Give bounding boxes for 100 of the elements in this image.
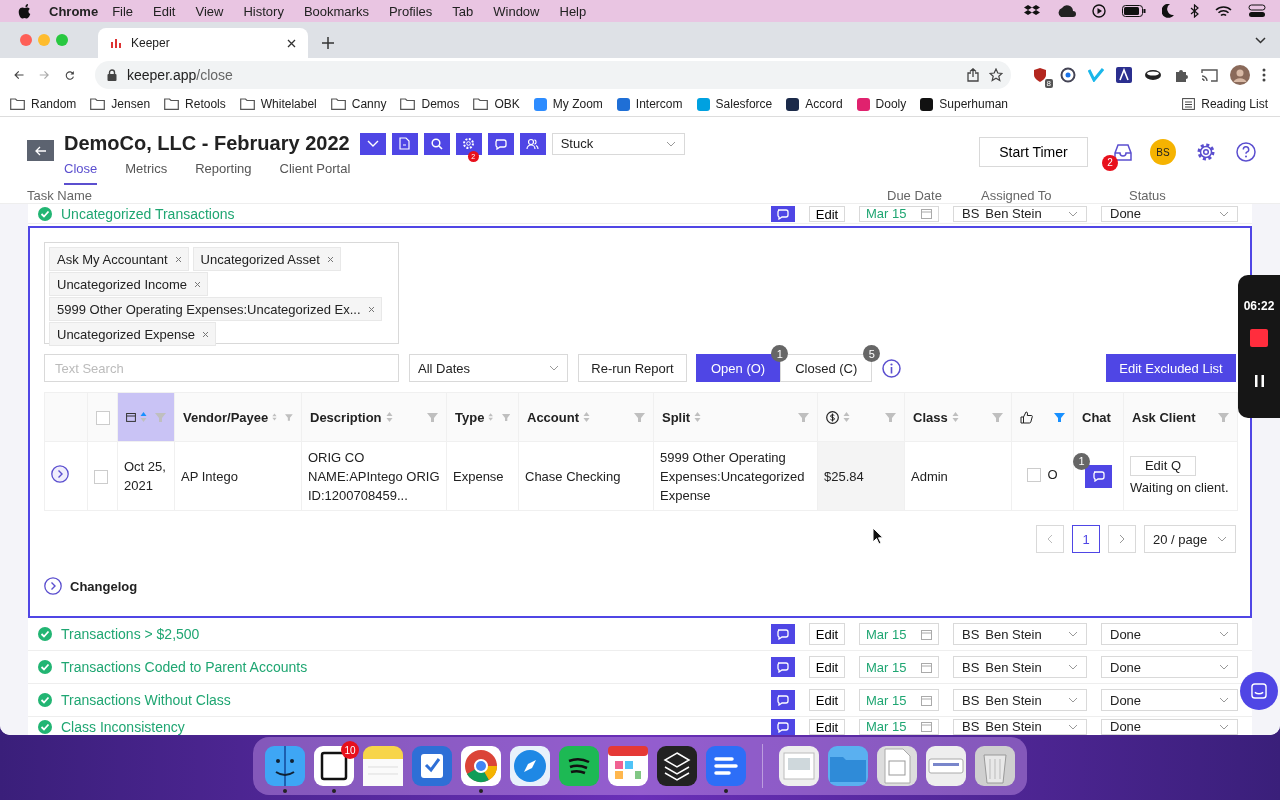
status-select[interactable]: Done <box>1101 718 1238 735</box>
circle-icon[interactable] <box>1060 67 1076 83</box>
address-bar[interactable]: keeper.app/close <box>95 61 1011 89</box>
bookmark-folder[interactable]: Retools <box>164 97 226 111</box>
edit-button[interactable]: Edit <box>809 718 845 735</box>
rerun-report-button[interactable]: Re-run Report <box>578 354 687 382</box>
pause-icon[interactable] <box>1254 375 1264 387</box>
expand-button[interactable] <box>359 132 386 155</box>
menu-item[interactable]: Help <box>559 3 587 19</box>
assignee-select[interactable]: BS Ben Stein <box>953 623 1087 645</box>
reload-icon[interactable] <box>64 68 74 82</box>
tag-select[interactable]: Ask My Accountant Uncategorized Asset Uncategorized Income 5999 Other Operating Expenses:Uncategorized Ex... Uncategorized Expense <box>44 242 399 344</box>
cast-icon[interactable] <box>1201 68 1218 82</box>
toggle-icon[interactable] <box>1248 4 1266 18</box>
document-icon[interactable] <box>778 745 820 787</box>
assignee-select[interactable]: BS Ben Stein <box>953 656 1087 678</box>
edit-button[interactable]: Edit <box>809 689 845 711</box>
profile-avatar[interactable] <box>1230 65 1250 85</box>
close-icon[interactable] <box>287 38 296 48</box>
app-icon[interactable] <box>656 745 698 787</box>
menu-icon[interactable] <box>1262 68 1266 82</box>
edit-button[interactable]: Edit <box>809 205 845 222</box>
wifi-icon[interactable] <box>1215 4 1232 18</box>
search-field[interactable]: Text Search <box>44 354 399 382</box>
edit-question-button[interactable]: Edit Q <box>1130 455 1196 476</box>
tab[interactable]: Client Portal <box>279 161 351 185</box>
start-timer-button[interactable]: Start Timer <box>979 137 1088 167</box>
page-button[interactable]: 1 <box>1072 525 1100 553</box>
cloud-icon[interactable] <box>1056 5 1076 17</box>
user-avatar[interactable]: BS <box>1150 139 1176 165</box>
help-icon[interactable] <box>1236 142 1256 162</box>
reading-list-button[interactable]: Reading List <box>1182 97 1268 111</box>
inbox-icon[interactable] <box>1114 143 1132 161</box>
bookmark-folder[interactable]: Jensen <box>90 97 151 111</box>
edit-button[interactable]: Edit <box>809 656 845 678</box>
menu-item[interactable]: Window <box>493 3 540 19</box>
section-title[interactable]: Changelog <box>70 578 138 594</box>
calendar-icon[interactable] <box>126 412 136 422</box>
bookmark-folder[interactable]: OBK <box>473 97 520 111</box>
bookmark-link[interactable]: My Zoom <box>533 97 603 111</box>
bookmark-folder[interactable]: Whitelabel <box>239 97 317 111</box>
tab[interactable]: Metrics <box>125 161 168 185</box>
settings-button[interactable] <box>455 132 482 155</box>
app-icon[interactable] <box>558 745 600 787</box>
info-icon[interactable] <box>882 358 902 378</box>
expand-icon[interactable] <box>51 464 69 483</box>
disc-icon[interactable] <box>1144 69 1162 81</box>
page-size-select[interactable]: 20 / page <box>1144 525 1236 553</box>
tag[interactable]: Uncategorized Income <box>49 272 209 296</box>
menu-item[interactable]: History <box>243 3 284 19</box>
checkbox[interactable] <box>1027 467 1042 482</box>
moon-icon[interactable] <box>1162 4 1174 18</box>
battery-icon[interactable] <box>1122 5 1146 17</box>
bookmark-link[interactable]: Intercom <box>616 97 683 111</box>
expand-icon[interactable] <box>44 577 62 595</box>
edit-excluded-list-button[interactable]: Edit Excluded List <box>1106 354 1236 382</box>
assignee-select[interactable]: BS Ben Stein <box>953 689 1087 711</box>
status-select[interactable]: Stuck <box>551 132 685 155</box>
bookmark-link[interactable]: Salesforce <box>696 97 773 111</box>
play-icon[interactable] <box>1092 4 1106 18</box>
status-select[interactable]: Done <box>1101 656 1238 678</box>
menu-item[interactable]: File <box>112 3 134 19</box>
dollar-icon[interactable] <box>826 410 839 424</box>
bluetooth-icon[interactable] <box>1190 4 1199 18</box>
star-icon[interactable] <box>989 68 1003 82</box>
status-select[interactable]: Done <box>1101 689 1238 711</box>
back-icon[interactable] <box>14 69 25 81</box>
bookmark-folder[interactable]: Random <box>10 97 77 111</box>
status-select[interactable]: Done <box>1101 623 1238 645</box>
bookmark-folder[interactable]: Canny <box>330 97 387 111</box>
tab[interactable]: Reporting <box>195 161 252 185</box>
chat-button[interactable] <box>771 624 795 644</box>
chevron-down-icon[interactable] <box>1255 36 1266 44</box>
menu-item[interactable]: View <box>195 3 224 19</box>
apple-icon[interactable] <box>18 3 31 19</box>
tag[interactable]: Uncategorized Expense <box>49 322 217 346</box>
menu-item[interactable]: Edit <box>153 3 176 19</box>
assignee-select[interactable]: BS Ben Stein <box>953 205 1087 222</box>
checkbox[interactable] <box>94 470 108 485</box>
app-menu[interactable]: Chrome <box>49 3 99 19</box>
shield-icon[interactable] <box>1032 67 1048 83</box>
browser-tab[interactable]: Keeper <box>98 28 308 58</box>
chat-button[interactable] <box>771 690 795 710</box>
menu-item[interactable]: Tab <box>452 3 474 19</box>
chat-button[interactable] <box>487 132 514 155</box>
edit-button[interactable]: Edit <box>809 623 845 645</box>
assignee-select[interactable]: BS Ben Stein <box>953 718 1087 735</box>
settings-icon[interactable] <box>1196 142 1216 162</box>
back-button[interactable] <box>27 140 54 161</box>
bookmark-link[interactable]: Superhuman <box>920 97 1008 111</box>
puzzle-icon[interactable] <box>1174 67 1189 83</box>
bookmark-folder[interactable]: Demos <box>400 97 460 111</box>
filter-icon[interactable] <box>1054 411 1065 423</box>
thumbs-up-icon[interactable] <box>1020 410 1033 424</box>
chat-button[interactable] <box>1085 464 1112 488</box>
tag[interactable]: 5999 Other Operating Expenses:Uncategorized Ex... <box>49 297 382 321</box>
document-button[interactable] <box>391 132 418 155</box>
bookmark-link[interactable]: Dooly <box>856 97 907 111</box>
document-icon[interactable] <box>876 745 918 787</box>
app-icon[interactable] <box>313 745 355 787</box>
